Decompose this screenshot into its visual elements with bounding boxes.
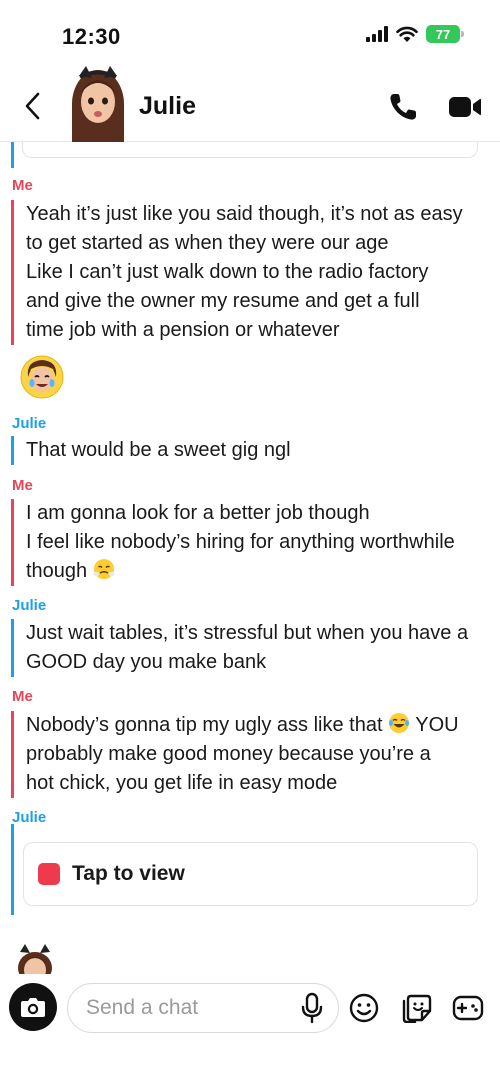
face-with-steam-emoji [93, 559, 115, 579]
message-line: Nobody’s gonna tip my ugly ass like that [26, 714, 383, 736]
microphone-icon[interactable] [298, 992, 326, 1024]
wifi-icon [396, 26, 418, 42]
snap-label: Tap to view [72, 862, 185, 885]
message-bubble[interactable]: That would be a sweet gig ngl [11, 436, 489, 465]
message-bubble[interactable]: Nobody’s gonna tip my ugly ass like that… [11, 711, 489, 798]
message-line: GOOD day you make bank [26, 651, 267, 673]
message-line: hot chick, you get life in easy mode [26, 772, 338, 794]
message-line: Yeah it’s just like you said though, it’… [26, 203, 463, 225]
sender-label-julie: Julie [12, 415, 47, 432]
message-line: and give the owner my resume and get a f… [26, 290, 420, 312]
message-line: though [26, 560, 88, 582]
emoji-icon[interactable] [349, 993, 379, 1023]
chat-header: Julie [0, 62, 500, 142]
snap-tap-to-view[interactable]: Tap to view [23, 842, 478, 906]
message-bubble[interactable]: I am gonna look for a better job though … [11, 499, 489, 586]
message-line: That would be a sweet gig ngl [26, 439, 291, 461]
snap-indicator-icon [38, 863, 60, 885]
status-time: 12:30 [62, 24, 121, 49]
status-bar: 12:30 77 [0, 0, 500, 70]
previous-message-bar [11, 142, 14, 168]
sender-label-me: Me [12, 688, 33, 705]
sticker-icon[interactable] [401, 993, 433, 1023]
sender-label-julie: Julie [12, 597, 47, 614]
cellular-signal-icon [366, 26, 388, 42]
message-line: YOU [415, 714, 459, 736]
sender-label-me: Me [12, 177, 33, 194]
message-line: I am gonna look for a better job though [26, 502, 370, 524]
sender-label-julie: Julie [12, 809, 47, 826]
battery-icon: 77 [426, 25, 464, 43]
status-icons: 77 [366, 25, 464, 43]
message-line: probably make good money because you’re … [26, 743, 431, 765]
game-controller-icon[interactable] [452, 994, 484, 1022]
message-line: Like I can’t just walk down to the radio… [26, 261, 429, 283]
battery-level: 77 [435, 26, 451, 42]
back-chevron-icon [25, 92, 40, 120]
tears-of-joy-emoji [389, 713, 410, 733]
chat-input-bar [0, 974, 500, 1084]
message-line: I feel like nobody’s hiring for anything… [26, 531, 455, 553]
message-line: time job with a pension or whatever [26, 319, 340, 341]
camera-icon [21, 998, 45, 1017]
camera-button[interactable] [9, 983, 57, 1031]
message-line: to get started as when they were our age [26, 232, 389, 254]
bitmoji-avatar[interactable] [66, 64, 130, 142]
message-bubble[interactable]: Just wait tables, it’s stressful but whe… [11, 619, 489, 677]
phone-icon[interactable] [388, 92, 418, 122]
sender-label-me: Me [12, 477, 33, 494]
back-button[interactable] [18, 90, 46, 122]
snap-message-bar [11, 824, 14, 915]
previous-message-card[interactable] [22, 142, 478, 158]
typing-bitmoji-avatar [18, 944, 52, 974]
bitmoji-reaction-sticker[interactable] [20, 355, 64, 399]
message-bubble[interactable]: Yeah it’s just like you said though, it’… [11, 200, 489, 345]
message-line: Just wait tables, it’s stressful but whe… [26, 622, 469, 644]
video-camera-icon[interactable] [448, 94, 482, 120]
contact-name[interactable]: Julie [139, 92, 196, 121]
chat-thread[interactable]: Me Yeah it’s just like you said though, … [0, 142, 500, 974]
